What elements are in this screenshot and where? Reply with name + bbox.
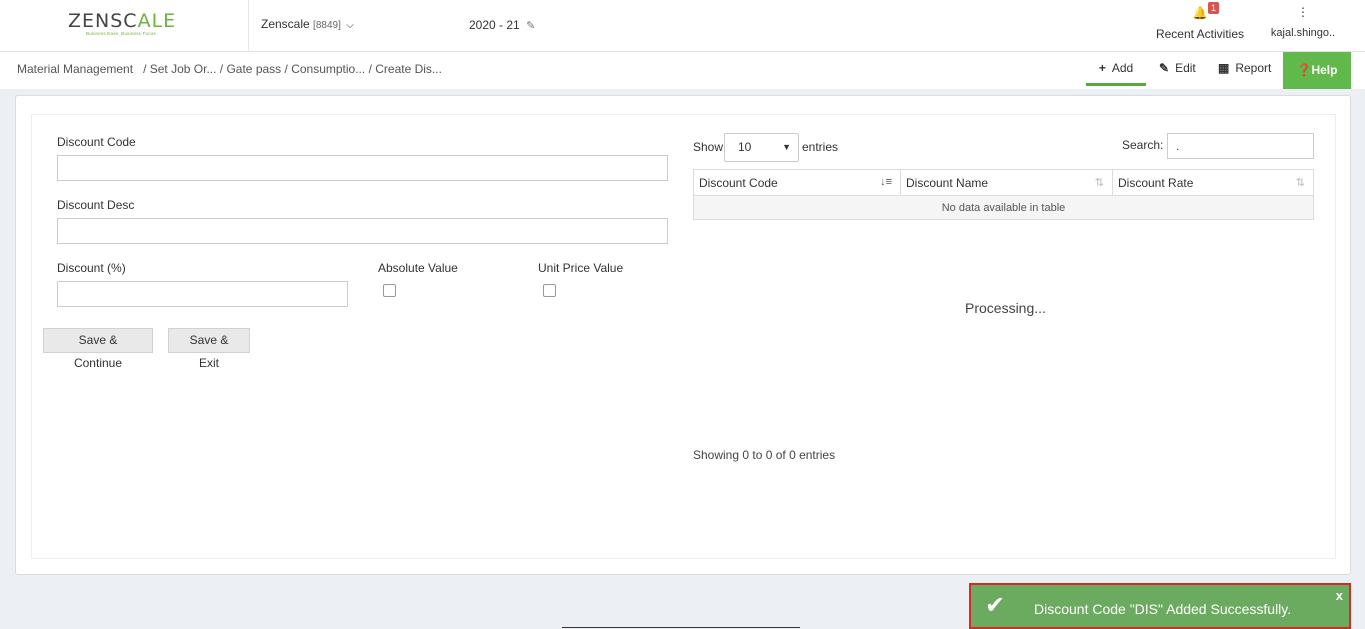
question-circle-icon: ❓ — [1296, 63, 1312, 77]
absolute-value-label: Absolute Value — [378, 261, 458, 275]
company-name: Zenscale — [261, 17, 310, 31]
document-icon: ▦ — [1218, 61, 1230, 75]
unit-price-value-checkbox[interactable] — [543, 284, 556, 297]
discount-table: Discount Code ↓≡ Discount Name ⇅ Discount … — [693, 169, 1314, 220]
kebab-menu-icon: ⋮ — [1297, 5, 1309, 19]
edit-label: Edit — [1175, 61, 1196, 75]
entries-select[interactable]: 10 ▼ — [724, 133, 799, 162]
top-header: ZENSCALE Business Ease, Business Focus Z… — [0, 0, 1365, 52]
recent-activities-label: Recent Activities — [1155, 27, 1245, 41]
entries-label: entries — [802, 140, 839, 154]
unit-price-value-label: Unit Price Value — [538, 261, 624, 275]
help-button[interactable]: ❓Help — [1283, 52, 1351, 89]
column-header-discount-code[interactable]: Discount Code ↓≡ — [693, 169, 901, 196]
chevron-down-icon: ⌵ — [346, 20, 354, 31]
year-label: 2020 - 21 — [469, 18, 520, 32]
column-header-discount-rate[interactable]: Discount Rate ⇅ — [1112, 169, 1314, 196]
add-button[interactable]: + Add — [1086, 52, 1146, 86]
edit-button[interactable]: ✎ Edit — [1159, 52, 1196, 86]
discount-code-input[interactable] — [57, 155, 668, 181]
check-icon: ✔ — [985, 592, 1006, 619]
close-icon[interactable]: x — [1336, 588, 1343, 603]
recent-activities-button[interactable]: 🔔 1 Recent Activities — [1152, 2, 1248, 41]
breadcrumb-item[interactable]: Material Management — [17, 62, 133, 76]
company-code: [8849] — [313, 20, 341, 31]
sort-icon: ⇅ — [1094, 177, 1104, 189]
company-selector[interactable]: Zenscale [8849] ⌵ — [261, 17, 354, 31]
absolute-value-checkbox[interactable] — [383, 284, 396, 297]
logo-tagline: Business Ease, Business Focus — [86, 31, 156, 36]
logo[interactable]: ZENSCALE Business Ease, Business Focus — [0, 0, 249, 52]
year-selector[interactable]: 2020 - 21 ✎ — [469, 18, 535, 32]
processing-indicator: Processing... — [965, 300, 1046, 316]
discount-code-label: Discount Code — [57, 135, 136, 149]
help-label: Help — [1311, 63, 1338, 77]
report-button[interactable]: ▦ Report — [1218, 52, 1271, 86]
breadcrumb-item[interactable]: Gate pass — [226, 62, 281, 76]
plus-icon: + — [1098, 61, 1106, 75]
table-row: No data available in table — [693, 195, 1314, 220]
entries-value: 10 — [738, 140, 752, 154]
success-toast: ✔ Discount Code "DIS" Added Successfully… — [969, 583, 1351, 629]
breadcrumb-bar: Material Management / Set Job Or... / Ga… — [0, 52, 1365, 89]
add-label: Add — [1111, 61, 1134, 75]
show-label: Show — [693, 140, 724, 154]
table-info: Showing 0 to 0 of 0 entries — [693, 448, 836, 462]
toast-message: Discount Code "DIS" Added Successfully. — [1034, 601, 1292, 617]
search-input[interactable]: . — [1167, 133, 1314, 159]
user-name: kajal.shingo.. — [1270, 27, 1336, 39]
report-label: Report — [1235, 61, 1272, 75]
breadcrumb-item[interactable]: Consumptio... — [291, 62, 365, 76]
save-continue-button[interactable]: Save & Continue — [43, 328, 153, 370]
logo-wordmark: ZENSCALE — [68, 10, 177, 32]
search-label: Search: — [1122, 138, 1164, 152]
edit-icon: ✎ — [526, 20, 536, 32]
bell-icon: 🔔 — [1192, 6, 1208, 20]
caret-down-icon: ▼ — [782, 142, 791, 152]
column-header-discount-name[interactable]: Discount Name ⇅ — [900, 169, 1113, 196]
breadcrumb: Material Management / Set Job Or... / Ga… — [17, 62, 442, 76]
notification-badge: 1 — [1208, 2, 1220, 14]
edit-icon: ✎ — [1159, 61, 1170, 75]
user-menu[interactable]: ⋮ kajal.shingo.. — [1266, 6, 1340, 39]
discount-desc-input[interactable] — [57, 218, 668, 244]
breadcrumb-item[interactable]: Set Job Or... — [150, 62, 217, 76]
sort-icon: ⇅ — [1295, 177, 1305, 189]
divider — [562, 627, 800, 628]
empty-message: No data available in table — [693, 195, 1314, 220]
discount-pct-label: Discount (%) — [57, 261, 126, 275]
discount-desc-label: Discount Desc — [57, 198, 135, 212]
save-exit-button[interactable]: Save & Exit — [168, 328, 250, 370]
sort-asc-icon: ↓≡ — [880, 176, 892, 188]
breadcrumb-item: Create Dis... — [375, 62, 442, 76]
discount-pct-input[interactable] — [57, 281, 348, 307]
